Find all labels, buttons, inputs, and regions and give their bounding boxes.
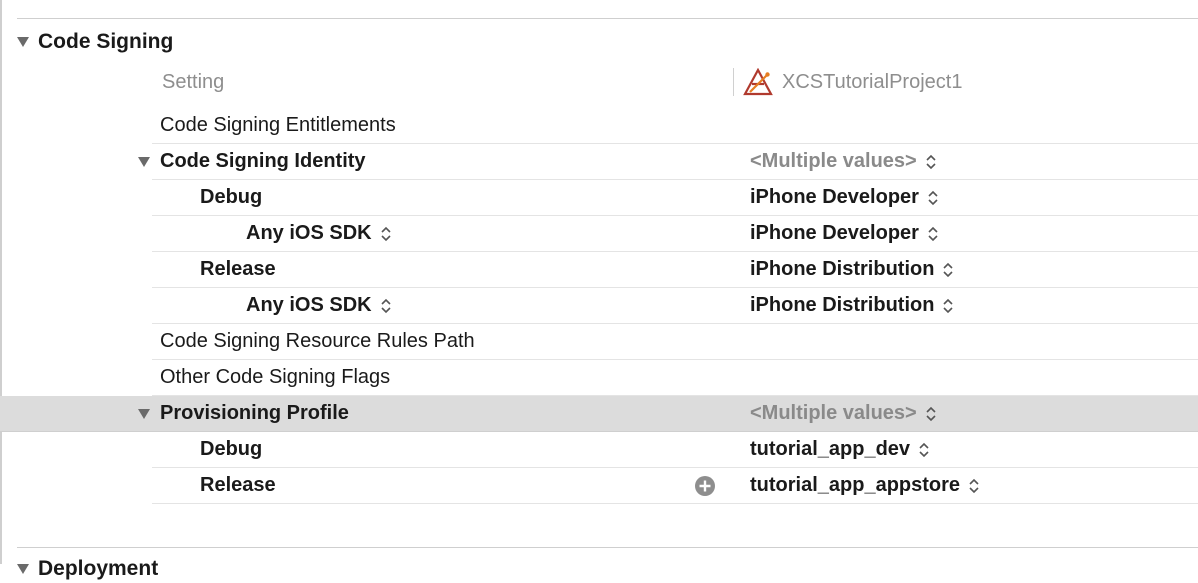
up-down-chevron-icon[interactable] — [942, 261, 954, 279]
disclosure-triangle-icon[interactable] — [17, 36, 29, 48]
setting-value-text: iPhone Distribution — [750, 294, 935, 316]
setting-row-entitlements[interactable]: Code Signing Entitlements — [152, 108, 1198, 144]
up-down-chevron-icon[interactable] — [918, 441, 930, 459]
setting-name: Provisioning Profile — [160, 402, 349, 424]
setting-name: Any iOS SDK — [246, 216, 392, 251]
disclosure-triangle-icon[interactable] — [138, 408, 150, 420]
setting-value[interactable]: <Multiple values> — [750, 144, 937, 179]
column-header-setting-label: Setting — [162, 70, 225, 93]
setting-value[interactable]: iPhone Distribution — [750, 252, 954, 287]
setting-value-text: tutorial_app_appstore — [750, 474, 961, 496]
setting-value[interactable]: tutorial_app_dev — [750, 432, 930, 467]
setting-name: Release — [200, 258, 276, 280]
setting-name: Debug — [200, 186, 263, 208]
setting-value[interactable]: <Multiple values> — [750, 396, 937, 431]
setting-name: Code Signing Resource Rules Path — [160, 330, 475, 352]
setting-row-profile-debug[interactable]: Debug tutorial_app_dev — [152, 432, 1198, 468]
up-down-chevron-icon[interactable] — [927, 189, 939, 207]
up-down-chevron-icon[interactable] — [927, 225, 939, 243]
setting-name: Code Signing Entitlements — [160, 114, 396, 136]
section-header-code-signing[interactable]: Code Signing — [17, 28, 173, 56]
setting-value[interactable]: iPhone Developer — [750, 216, 939, 251]
column-header-setting[interactable]: Setting — [162, 68, 224, 96]
setting-row-identity-debug-sdk[interactable]: Any iOS SDK iPhone Developer — [152, 216, 1198, 252]
section-title-next: Deployment — [38, 557, 159, 580]
disclosure-triangle-icon[interactable] — [17, 563, 29, 575]
setting-name: Release — [200, 474, 276, 496]
setting-value-text: <Multiple values> — [750, 150, 917, 172]
setting-row-identity-release[interactable]: Release iPhone Distribution — [152, 252, 1198, 288]
column-header-target-label: XCSTutorialProject1 — [782, 70, 963, 93]
setting-name: Any iOS SDK — [246, 288, 392, 323]
setting-name: Debug — [200, 438, 263, 460]
setting-value-text: <Multiple values> — [750, 402, 917, 424]
setting-value-text: tutorial_app_dev — [750, 438, 911, 460]
setting-name-text: Any iOS SDK — [246, 222, 372, 244]
setting-row-identity-debug[interactable]: Debug iPhone Developer — [152, 180, 1198, 216]
left-border — [0, 0, 2, 564]
setting-row-profile-release[interactable]: Release tutorial_app_appstore — [152, 468, 1198, 504]
section-header-next[interactable]: Deployment — [17, 555, 158, 583]
up-down-chevron-icon[interactable] — [942, 297, 954, 315]
setting-name: Code Signing Identity — [160, 150, 366, 172]
setting-row-identity-release-sdk[interactable]: Any iOS SDK iPhone Distribution — [152, 288, 1198, 324]
setting-row-other-flags[interactable]: Other Code Signing Flags — [152, 360, 1198, 396]
setting-row-resource-rules[interactable]: Code Signing Resource Rules Path — [152, 324, 1198, 360]
setting-value-text: iPhone Developer — [750, 186, 919, 208]
bottom-divider — [17, 547, 1198, 548]
setting-row-provisioning-profile[interactable]: Provisioning Profile <Multiple values> — [0, 396, 1198, 432]
disclosure-triangle-icon[interactable] — [138, 156, 150, 168]
up-down-chevron-icon[interactable] — [925, 405, 937, 423]
setting-value-text: iPhone Developer — [750, 222, 919, 244]
setting-value[interactable]: tutorial_app_appstore — [750, 468, 980, 503]
setting-row-identity[interactable]: Code Signing Identity <Multiple values> — [138, 144, 1198, 180]
column-header-target[interactable]: XCSTutorialProject1 — [742, 68, 962, 96]
up-down-chevron-icon[interactable] — [380, 225, 392, 243]
column-separator — [733, 68, 734, 96]
plus-circle-icon[interactable] — [694, 475, 716, 497]
xcode-app-icon — [743, 68, 773, 96]
up-down-chevron-icon[interactable] — [380, 297, 392, 315]
up-down-chevron-icon[interactable] — [925, 153, 937, 171]
setting-value-text: iPhone Distribution — [750, 258, 935, 280]
setting-name: Other Code Signing Flags — [160, 366, 391, 388]
setting-value[interactable]: iPhone Distribution — [750, 288, 954, 323]
setting-value[interactable]: iPhone Developer — [750, 180, 939, 215]
up-down-chevron-icon[interactable] — [968, 477, 980, 495]
setting-name-text: Any iOS SDK — [246, 294, 372, 316]
section-title: Code Signing — [38, 30, 174, 53]
top-divider — [17, 18, 1198, 19]
